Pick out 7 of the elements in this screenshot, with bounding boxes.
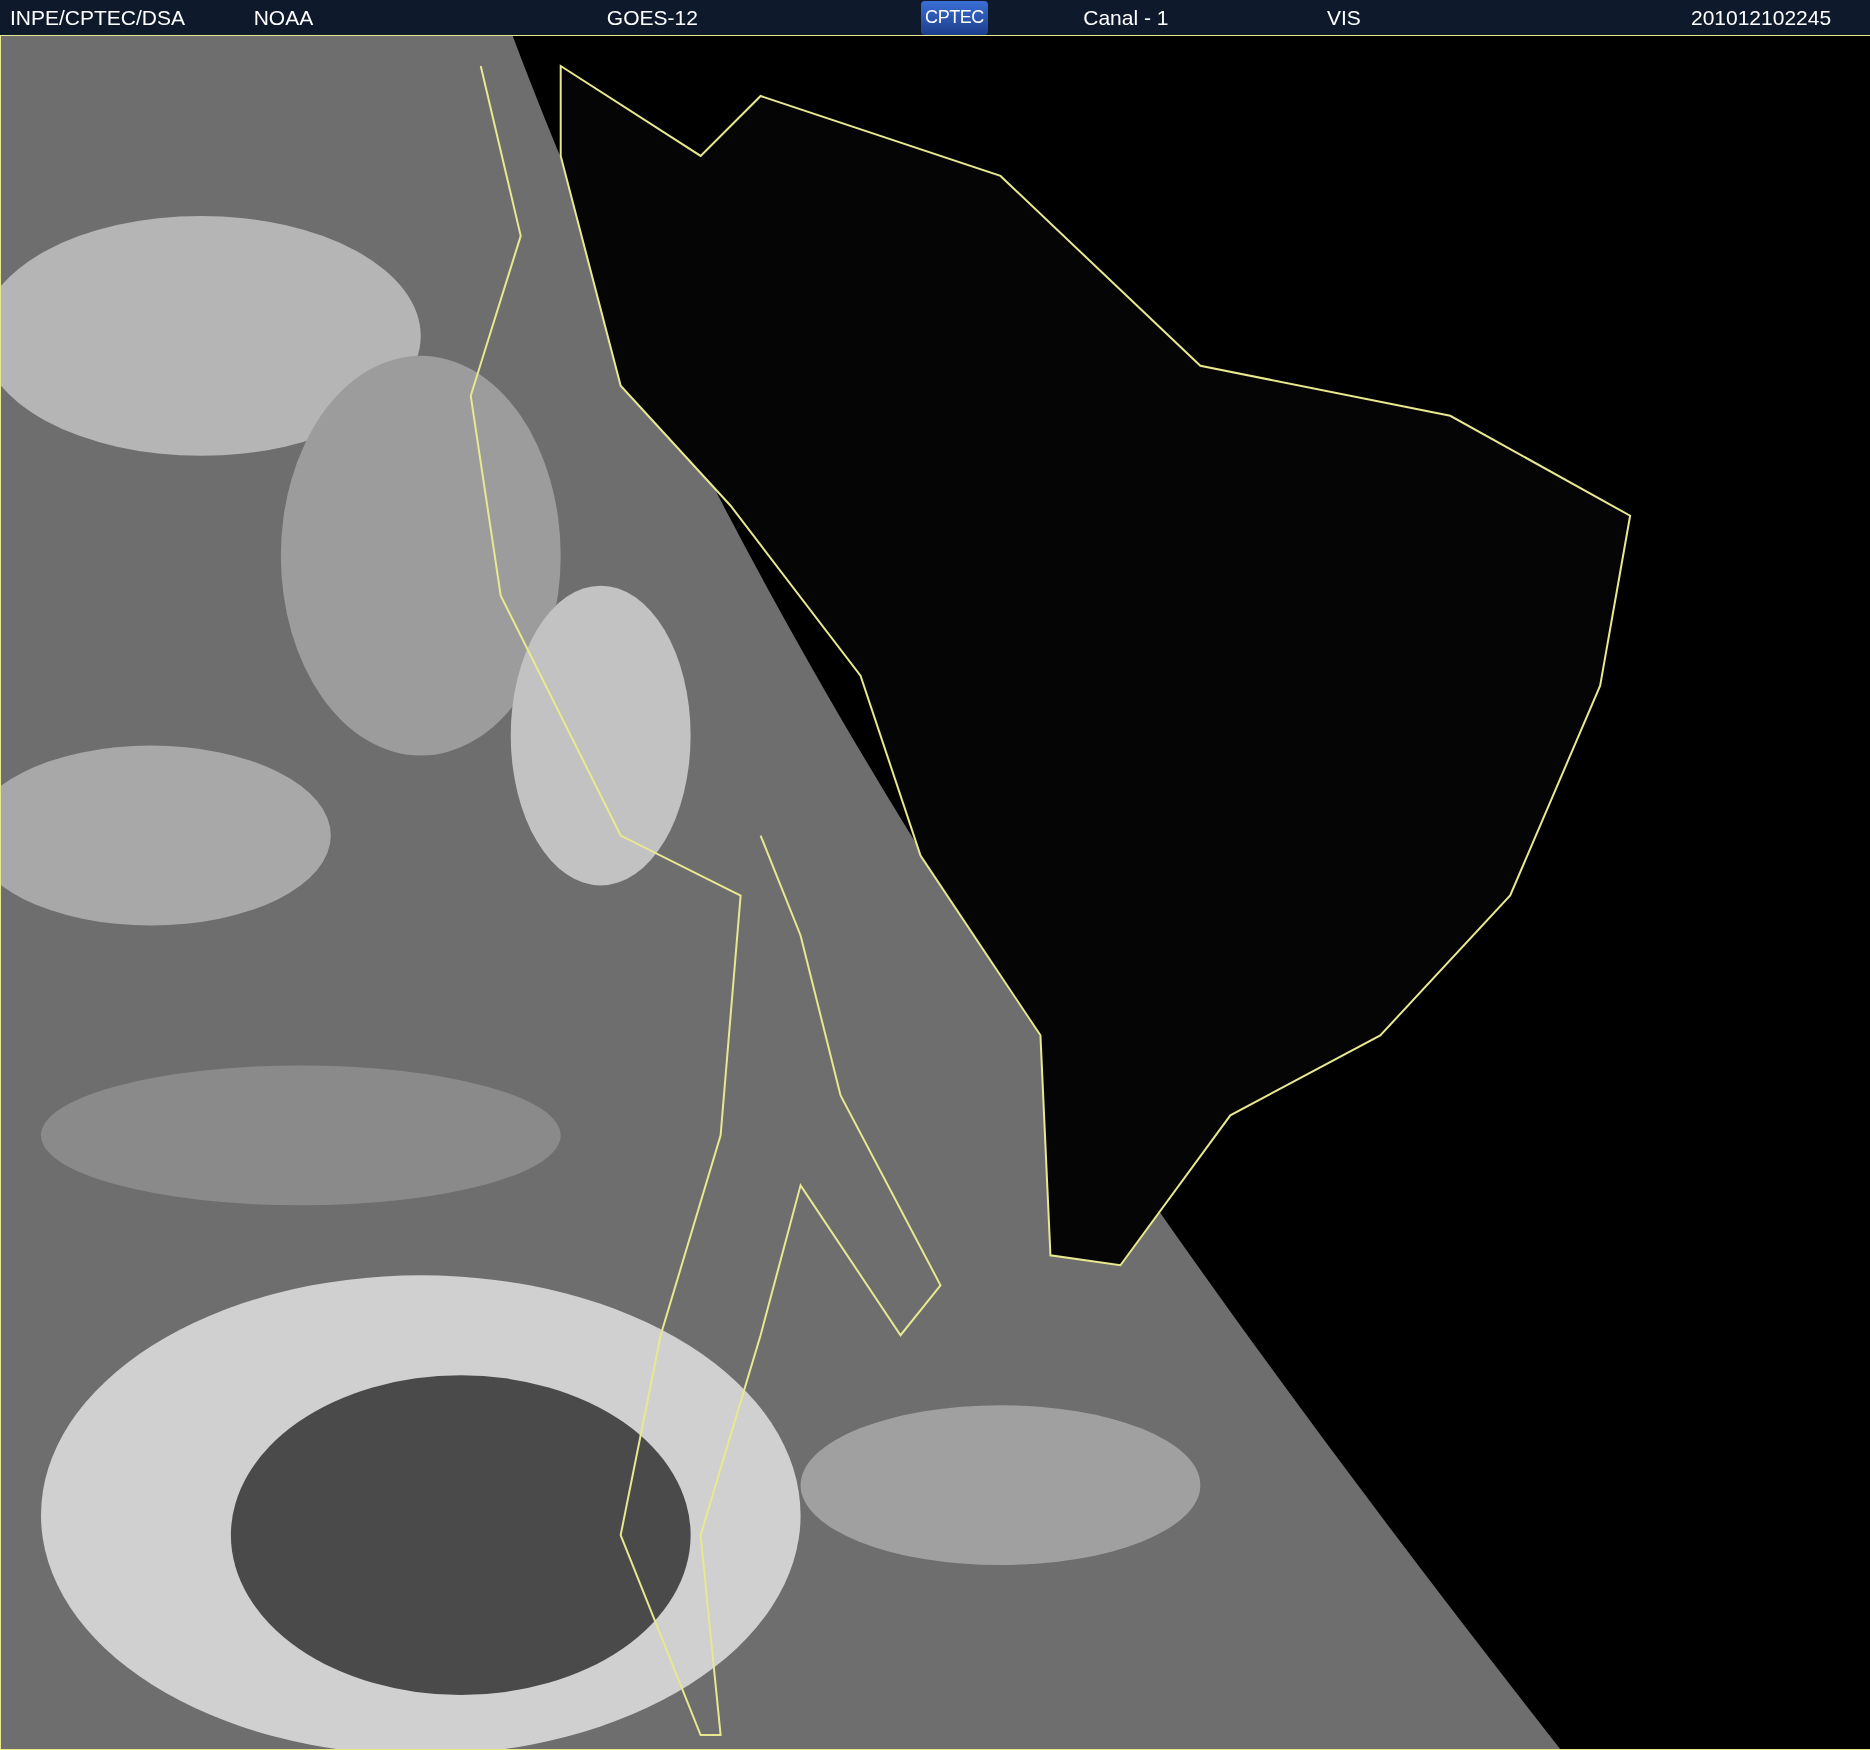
header-label: 201012102245 <box>1690 4 1832 31</box>
header-label: Canal - 1 <box>1083 4 1169 31</box>
header-label: NOAA <box>253 4 314 31</box>
logo: CPTEC <box>921 0 988 35</box>
header-label: GOES-12 <box>606 4 698 31</box>
header-label: INPE/CPTEC/DSA <box>10 4 186 31</box>
header-label: VIS <box>1326 4 1361 31</box>
